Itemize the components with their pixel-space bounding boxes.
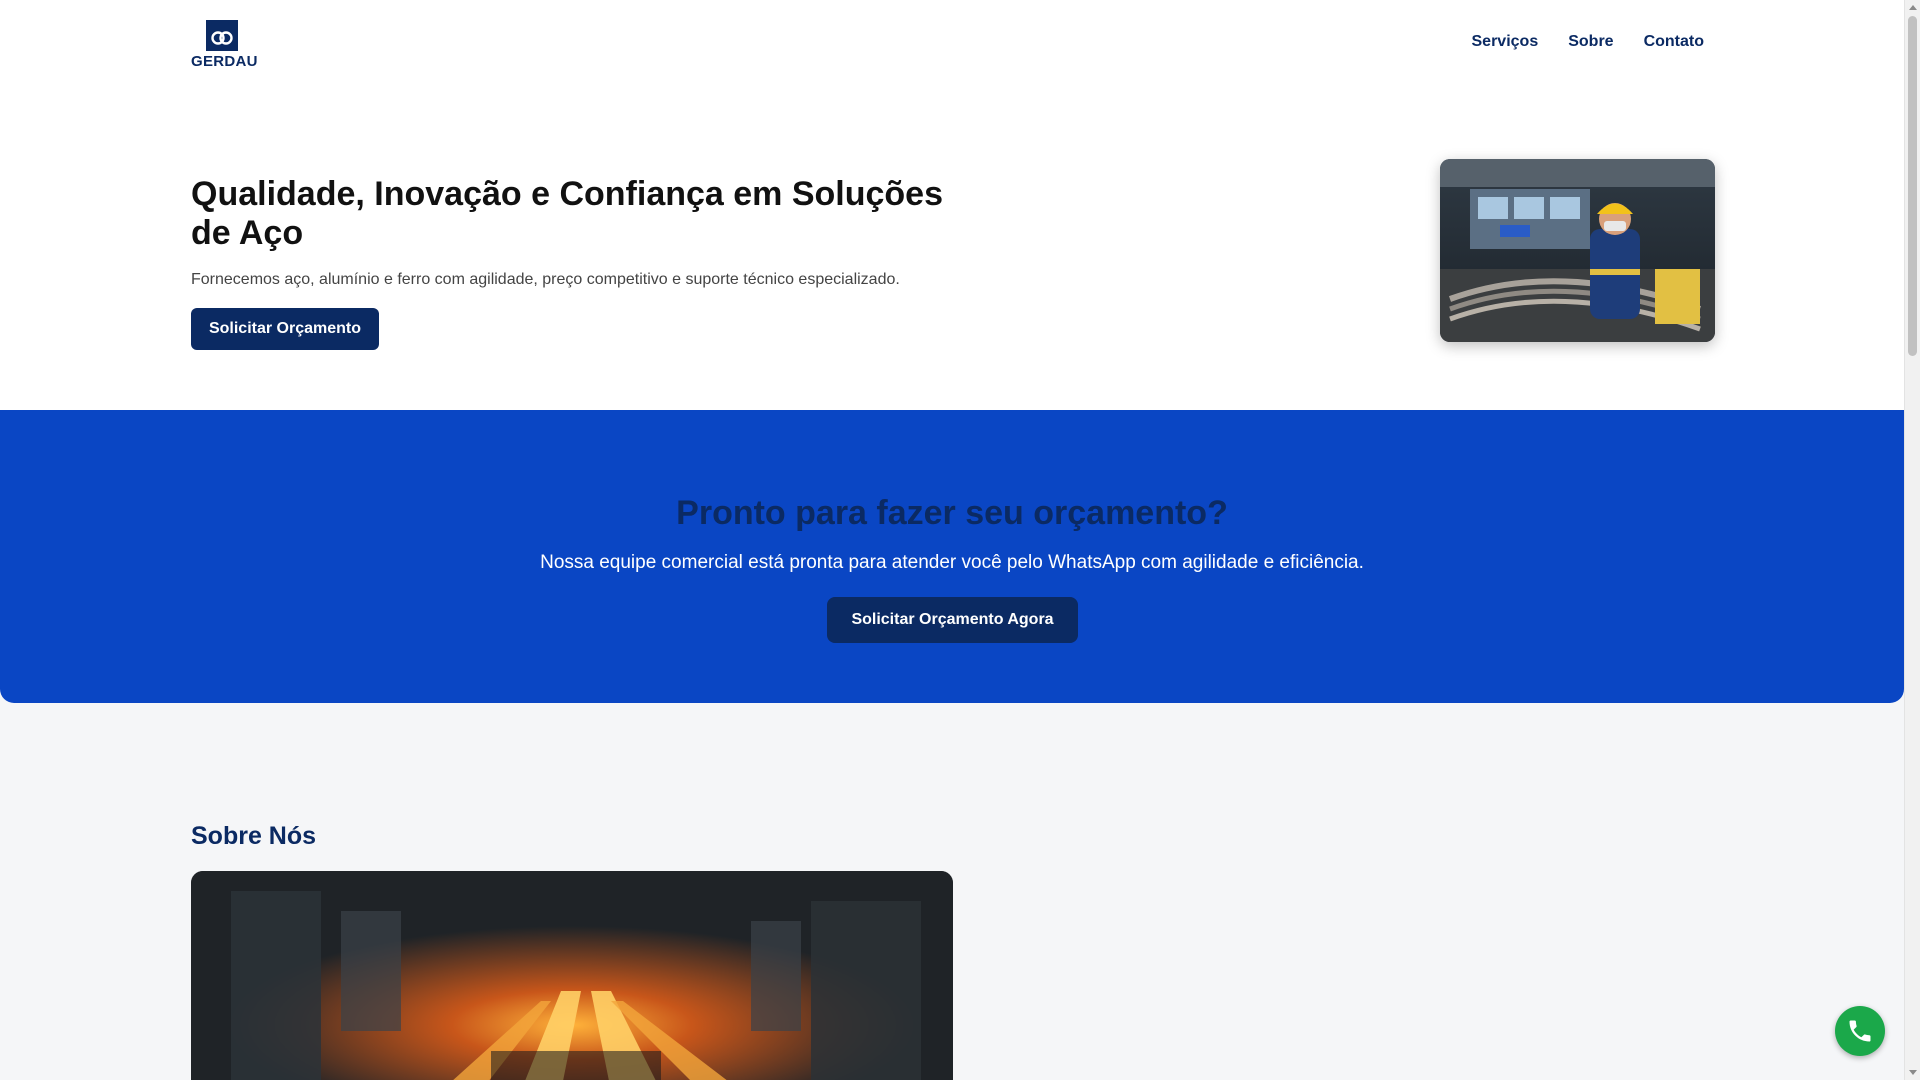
phone-contact-button[interactable] xyxy=(1835,1006,1885,1056)
page: GERDAU Serviços Sobre Contato Qualidade,… xyxy=(0,0,1904,1080)
cta-subtitle: Nossa equipe comercial está pronta para … xyxy=(540,552,1364,573)
nav-sobre[interactable]: Sobre xyxy=(1568,33,1613,51)
hero-subtitle: Fornecemos aço, alumínio e ferro com agi… xyxy=(191,271,900,288)
scroll-down-arrow-icon[interactable] xyxy=(1909,1070,1917,1075)
cta-section: Pronto para fazer seu orçamento? Nossa e… xyxy=(0,410,1904,703)
logo-mark-icon xyxy=(206,20,238,51)
site-header: GERDAU Serviços Sobre Contato xyxy=(0,0,1904,89)
steel-worker-photo xyxy=(1440,159,1715,342)
gerdau-logo[interactable]: GERDAU xyxy=(191,20,258,71)
solicitar-orcamento-button[interactable]: Solicitar Orçamento xyxy=(191,308,379,350)
hero-section: Qualidade, Inovação e Confiança em Soluç… xyxy=(0,89,1904,410)
phone-icon xyxy=(1849,1020,1871,1042)
page-scrollbar[interactable] xyxy=(1904,0,1920,1080)
hero-title: Qualidade, Inovação e Confiança em Soluç… xyxy=(191,175,944,252)
cta-title: Pronto para fazer seu orçamento? xyxy=(676,494,1228,532)
scroll-up-arrow-icon[interactable] xyxy=(1909,5,1917,10)
nav-contato[interactable]: Contato xyxy=(1644,33,1704,51)
main-nav: Serviços Sobre Contato xyxy=(1472,33,1705,51)
scrollbar-thumb[interactable] xyxy=(1908,16,1917,356)
steel-mill-photo xyxy=(191,871,953,1080)
logo-text: GERDAU xyxy=(191,53,258,70)
about-title: Sobre Nós xyxy=(191,822,317,850)
nav-servicos[interactable]: Serviços xyxy=(1472,33,1539,51)
solicitar-orcamento-agora-button[interactable]: Solicitar Orçamento Agora xyxy=(827,597,1078,643)
